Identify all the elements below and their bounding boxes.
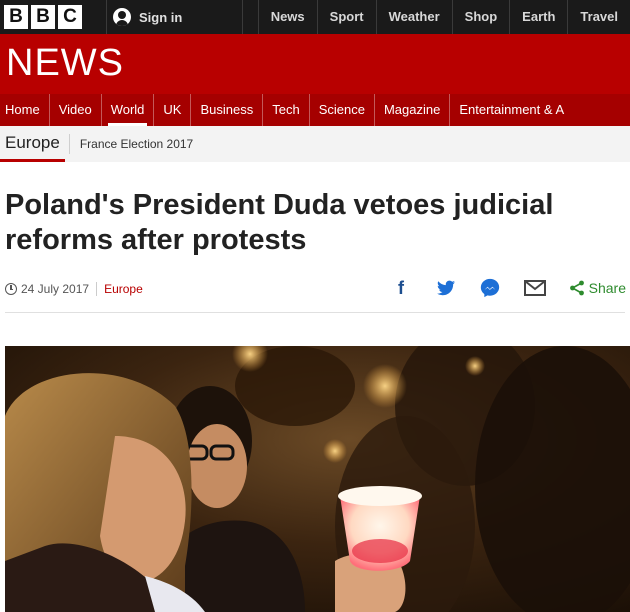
global-nav-earth[interactable]: Earth — [509, 0, 567, 34]
logo-letter: B — [4, 5, 28, 29]
sub-nav: Europe France Election 2017 — [0, 126, 630, 162]
messenger-icon[interactable] — [479, 277, 501, 299]
global-nav-travel[interactable]: Travel — [567, 0, 630, 34]
news-logo[interactable]: NEWS — [6, 42, 124, 85]
logo-letter: B — [31, 5, 55, 29]
bbc-logo[interactable]: B B C — [4, 5, 82, 29]
logo-letter: C — [58, 5, 82, 29]
share-label: Share — [588, 280, 626, 296]
sign-in-label: Sign in — [139, 9, 183, 25]
section-nav-tech[interactable]: Tech — [262, 94, 308, 126]
global-nav-weather[interactable]: Weather — [375, 0, 452, 34]
news-banner: NEWS — [0, 34, 630, 94]
share-button[interactable]: Share — [569, 280, 626, 296]
divider — [96, 282, 98, 296]
article-main-image — [5, 346, 630, 612]
section-nav-magazine[interactable]: Magazine — [373, 94, 449, 126]
share-tools: f Share — [390, 276, 626, 300]
divider — [68, 134, 70, 154]
global-header: B B C Sign in News Sport Weather Shop Ea… — [0, 0, 630, 34]
global-nav-sport[interactable]: Sport — [316, 0, 376, 34]
email-icon[interactable] — [523, 277, 546, 299]
facebook-icon[interactable]: f — [390, 277, 412, 299]
section-nav-science[interactable]: Science — [308, 94, 374, 126]
clock-icon — [5, 283, 17, 295]
article-headline: Poland's President Duda vetoes judicial … — [5, 189, 554, 256]
sign-in-link[interactable]: Sign in — [106, 0, 244, 34]
share-icon — [569, 280, 584, 296]
global-nav-news[interactable]: News — [257, 0, 317, 34]
article-section-link[interactable]: Europe — [104, 282, 143, 296]
article-meta: 24 July 2017 Europe — [5, 279, 143, 299]
divider — [5, 312, 625, 313]
sub-nav-europe[interactable]: Europe — [0, 126, 65, 162]
global-nav: News Sport Weather Shop Earth Travel — [257, 0, 630, 34]
section-nav-uk[interactable]: UK — [153, 94, 190, 126]
twitter-icon[interactable] — [435, 277, 457, 299]
sub-nav-france-election[interactable]: France Election 2017 — [80, 137, 193, 151]
section-nav-world[interactable]: World — [100, 94, 154, 126]
section-nav-business[interactable]: Business — [190, 94, 262, 126]
global-nav-shop[interactable]: Shop — [451, 0, 510, 34]
section-nav-video[interactable]: Video — [48, 94, 101, 126]
article-date: 24 July 2017 — [21, 282, 90, 296]
section-nav-home[interactable]: Home — [0, 94, 49, 126]
section-nav: Home Video World UK Business Tech Scienc… — [0, 94, 630, 126]
user-icon — [113, 8, 131, 26]
section-nav-entertainment[interactable]: Entertainment & A — [449, 94, 573, 126]
